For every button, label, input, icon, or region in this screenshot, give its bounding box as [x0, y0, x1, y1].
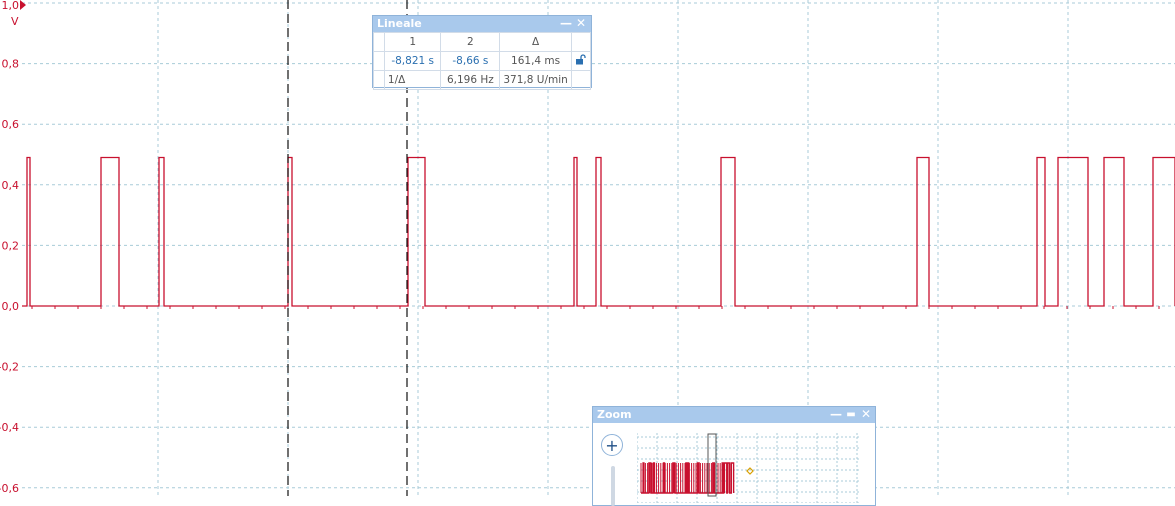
rulers-time-row: -8,821 s -8,66 s 161,4 ms	[373, 51, 592, 71]
zoom-overview[interactable]	[637, 433, 859, 503]
zoom-slider[interactable]	[611, 466, 615, 506]
cursor-1-time[interactable]: -8,821 s	[383, 51, 442, 71]
inverse-delta-label: 1/Δ	[383, 70, 442, 90]
delta-time: 161,4 ms	[499, 51, 572, 71]
zoom-marker-icon	[746, 467, 754, 475]
zoom-panel-title: Zoom	[597, 408, 632, 421]
rulers-panel[interactable]: Lineale — ✕ 1 2 Δ -8,821 s -8,66 s 161,4…	[372, 15, 592, 90]
rulers-header-row: 1 2 Δ	[373, 32, 592, 52]
y-tick-label: 0,0	[2, 300, 20, 313]
rulers-table: 1 2 Δ -8,821 s -8,66 s 161,4 ms 1/Δ 6,19…	[373, 32, 592, 90]
y-tick-label: 0,2	[2, 239, 20, 252]
close-icon[interactable]: ✕	[574, 16, 588, 32]
close-icon[interactable]: ✕	[859, 407, 873, 423]
header-delta: Δ	[499, 32, 572, 52]
y-tick-label: -0,2	[0, 361, 19, 374]
y-tick-label: -0,4	[0, 421, 19, 434]
frequency-value: 6,196 Hz	[440, 70, 501, 90]
signal-trace	[22, 156, 1175, 307]
y-tick-label: 0,6	[2, 118, 20, 131]
rulers-panel-title-bar[interactable]: Lineale — ✕	[373, 16, 591, 32]
zoom-in-button[interactable]: +	[601, 434, 623, 456]
y-tick-label: -0,6	[0, 482, 19, 495]
zoom-panel-title-bar[interactable]: Zoom — ▬ ✕	[593, 407, 875, 423]
zoom-panel[interactable]: Zoom — ▬ ✕ +	[592, 406, 876, 506]
rpm-value: 371,8 U/min	[499, 70, 572, 90]
cursor-2-time[interactable]: -8,66 s	[440, 51, 501, 71]
y-unit-label: V	[11, 15, 19, 28]
header-cursor-2: 2	[440, 32, 501, 52]
rulers-frequency-row: 1/Δ 6,196 Hz 371,8 U/min	[373, 70, 592, 90]
maximize-icon[interactable]: ▬	[844, 407, 858, 423]
rulers-panel-title: Lineale	[377, 17, 422, 30]
y-axis-marker-icon	[20, 0, 26, 10]
header-cursor-1: 1	[383, 32, 442, 52]
y-tick-label: 1,0	[2, 0, 20, 12]
y-tick-label: 0,8	[2, 58, 20, 71]
minimize-icon[interactable]: —	[829, 407, 843, 423]
y-tick-label: 0,4	[2, 179, 20, 192]
minimize-icon[interactable]: —	[559, 16, 573, 32]
unlock-icon[interactable]	[570, 51, 592, 71]
